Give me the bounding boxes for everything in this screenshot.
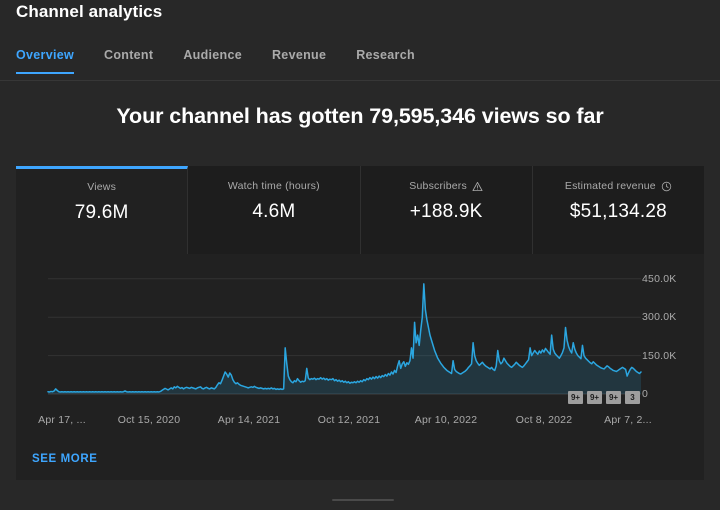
- metric-label-text: Watch time (hours): [227, 180, 320, 192]
- metric-card-watch-time-hours[interactable]: Watch time (hours) 4.6M: [188, 166, 361, 254]
- x-axis-tick-label: Apr 14, 2021: [217, 414, 281, 426]
- chart-annotation-badges: 9+ 9+ 9+ 3: [568, 391, 640, 404]
- y-axis-tick-label: 300.0K: [642, 311, 677, 324]
- tab-audience[interactable]: Audience: [183, 48, 258, 74]
- metric-label-text: Views: [87, 181, 117, 193]
- analytics-chart-panel: 450.0K 300.0K 150.0K 0 Apr 17, ... Oct 15, 2…: [16, 254, 704, 480]
- metric-card-label: Views: [87, 181, 116, 193]
- x-axis-tick-label: Oct 12, 2021: [317, 414, 381, 426]
- chart-y-axis: 450.0K 300.0K 150.0K 0: [642, 273, 702, 410]
- clock-icon: [661, 181, 672, 192]
- annotation-badge[interactable]: 9+: [606, 391, 621, 404]
- analytics-tab-bar: Overview Content Audience Revenue Research: [16, 48, 445, 74]
- metric-card-views[interactable]: Views 79.6M: [16, 166, 189, 254]
- metric-label-text: Subscribers: [409, 180, 467, 192]
- horizontal-scrollbar[interactable]: [332, 499, 394, 501]
- annotation-badge[interactable]: 9+: [587, 391, 602, 404]
- channel-analytics-page: Channel analytics Overview Content Audienc…: [0, 0, 720, 510]
- x-axis-tick-label: Apr 7, 2...: [604, 414, 652, 426]
- page-title: Channel analytics: [16, 2, 163, 21]
- y-axis-tick-label: 150.0K: [642, 349, 677, 362]
- x-axis-tick-label: Apr 17, ...: [38, 414, 86, 426]
- y-axis-tick-label: 0: [642, 388, 649, 400]
- x-axis-tick-label: Apr 10, 2022: [414, 414, 478, 426]
- tab-content[interactable]: Content: [104, 48, 169, 74]
- x-axis-tick-label: Oct 15, 2020: [117, 414, 181, 426]
- metric-card-value: 79.6M: [74, 202, 129, 223]
- warning-triangle-icon: [472, 181, 483, 192]
- metric-card-estimated-revenue[interactable]: Estimated revenue $51,134.28: [532, 166, 704, 254]
- chart-x-axis: Apr 17, ... Oct 15, 2020 Apr 14, 2021 Oct 1…: [16, 414, 652, 434]
- annotation-badge[interactable]: 3: [625, 391, 640, 404]
- metric-card-label: Estimated revenue: [565, 180, 672, 192]
- y-axis-tick-label: 450.0K: [642, 272, 677, 285]
- annotation-badge[interactable]: 9+: [568, 391, 583, 404]
- metric-card-row: Views 79.6M Watch time (hours) 4.6M Subscrib…: [16, 166, 704, 254]
- page-header: Channel analytics Overview Content Audienc…: [0, 0, 720, 81]
- metric-card-value: 4.6M: [252, 201, 296, 222]
- metric-label-text: Estimated revenue: [564, 180, 656, 192]
- metric-card-label: Subscribers: [409, 180, 483, 192]
- headline-summary: Your channel has gotten 79,595,346 views…: [116, 104, 604, 128]
- metric-card-value: $51,134.28: [569, 201, 667, 222]
- see-more-link[interactable]: SEE MORE: [32, 453, 98, 465]
- metric-card-label: Watch time (hours): [228, 180, 320, 192]
- tab-revenue[interactable]: Revenue: [272, 48, 342, 74]
- chart-plot-area[interactable]: 450.0K 300.0K 150.0K 0 Apr 17, ... Oct 15, 2…: [16, 254, 704, 480]
- metric-card-value: +188.9K: [409, 201, 483, 222]
- views-over-time-chart[interactable]: [16, 254, 704, 480]
- metric-card-subscribers[interactable]: Subscribers +188.9K: [360, 166, 533, 254]
- x-axis-tick-label: Oct 8, 2022: [515, 414, 573, 426]
- tab-research[interactable]: Research: [356, 48, 431, 74]
- tab-overview[interactable]: Overview: [16, 48, 90, 74]
